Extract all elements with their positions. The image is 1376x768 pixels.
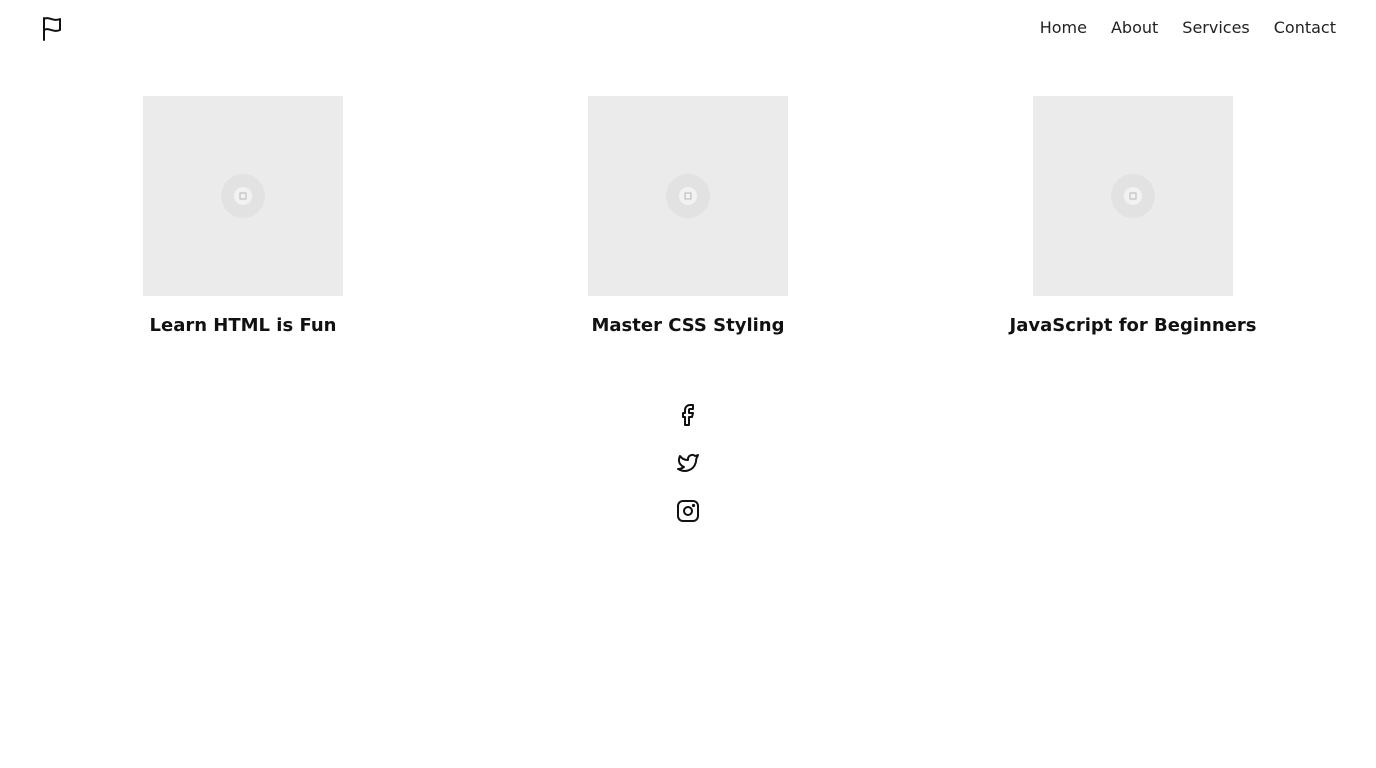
social-links (676, 403, 700, 547)
image-placeholder-icon (1111, 174, 1155, 218)
flag-icon[interactable] (40, 15, 64, 41)
instagram-icon[interactable] (676, 499, 700, 523)
site-header: Home About Services Contact (0, 0, 1376, 56)
nav-about[interactable]: About (1111, 18, 1158, 38)
card-image[interactable] (143, 96, 343, 296)
card-title[interactable]: Master CSS Styling (538, 316, 838, 336)
course-card[interactable]: Learn HTML is Fun (93, 96, 393, 336)
image-placeholder-icon (221, 174, 265, 218)
course-card[interactable]: JavaScript for Beginners (983, 96, 1283, 336)
main-nav: Home About Services Contact (1040, 18, 1336, 38)
facebook-icon[interactable] (676, 403, 700, 427)
card-title[interactable]: JavaScript for Beginners (983, 316, 1283, 336)
nav-services[interactable]: Services (1182, 18, 1249, 38)
page: Home About Services Contact Learn HTML i… (0, 0, 1376, 768)
twitter-icon[interactable] (676, 451, 700, 475)
card-image[interactable] (588, 96, 788, 296)
nav-home[interactable]: Home (1040, 18, 1087, 38)
nav-contact[interactable]: Contact (1274, 18, 1336, 38)
card-title[interactable]: Learn HTML is Fun (93, 316, 393, 336)
image-placeholder-icon (666, 174, 710, 218)
card-image[interactable] (1033, 96, 1233, 296)
course-card[interactable]: Master CSS Styling (538, 96, 838, 336)
